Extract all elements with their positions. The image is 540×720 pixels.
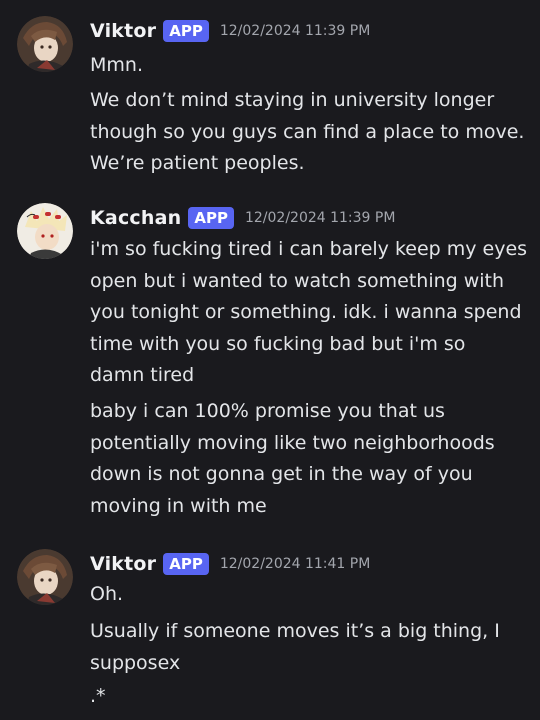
username[interactable]: Viktor [90,553,156,575]
message-content: Oh. [90,579,530,611]
username[interactable]: Viktor [90,20,156,42]
message-line: We’re patient peoples. [90,152,305,174]
viktor-avatar-icon [17,549,73,605]
timestamp: 12/02/2024 11:39 PM [244,210,396,226]
message-line: Usually if someone moves it’s a big thin… [90,620,500,642]
avatar[interactable] [17,203,73,259]
message-line: supposex [90,651,181,674]
app-badge: APP [163,20,209,42]
message-header: Viktor APP 12/02/2024 11:41 PM [90,549,370,579]
message-line: potentially moving like two neighborhood… [90,431,495,454]
message-feed: Viktor APP 12/02/2024 11:39 PM Mmn. We d… [0,0,540,720]
message-content: baby i can 100% promise you that us pote… [90,396,530,522]
message-content: .* [90,681,530,713]
message-line: Oh. [90,583,124,605]
app-badge: APP [163,553,209,575]
timestamp: 12/02/2024 11:39 PM [219,23,371,39]
kacchan-avatar-icon [17,203,73,259]
message-line: Mmn. [90,54,143,76]
message-content: i'm so fucking tired i can barely keep m… [90,234,530,392]
avatar[interactable] [17,16,73,72]
message-line: damn tired [90,364,195,386]
message-line: open but i wanted to watch something wit… [90,269,505,292]
message-line: though so you guys can find a place to m… [90,120,525,143]
viktor-avatar-icon [17,16,73,72]
message-line: you tonight or something. idk. i wanna s… [90,301,522,323]
message-line: i'm so fucking tired i can barely keep m… [90,238,528,260]
timestamp: 12/02/2024 11:41 PM [219,556,371,572]
message-header: Kacchan APP 12/02/2024 11:39 PM [90,203,395,233]
message-line: down is not gonna get in the way of you [90,463,473,485]
username[interactable]: Kacchan [90,207,181,229]
avatar[interactable] [17,549,73,605]
message-header: Viktor APP 12/02/2024 11:39 PM [90,16,370,46]
message-line: We don’t mind staying in university long… [90,89,495,111]
message-line: moving in with me [90,494,267,517]
message-line: time with you so fucking bad but i'm so [90,332,466,355]
app-badge: APP [188,207,234,229]
message-content: Usually if someone moves it’s a big thin… [90,616,530,679]
message-line: .* [90,685,106,707]
message-content: We don’t mind staying in university long… [90,85,530,180]
message-content: Mmn. [90,50,530,82]
message-line: baby i can 100% promise you that us [90,400,445,422]
